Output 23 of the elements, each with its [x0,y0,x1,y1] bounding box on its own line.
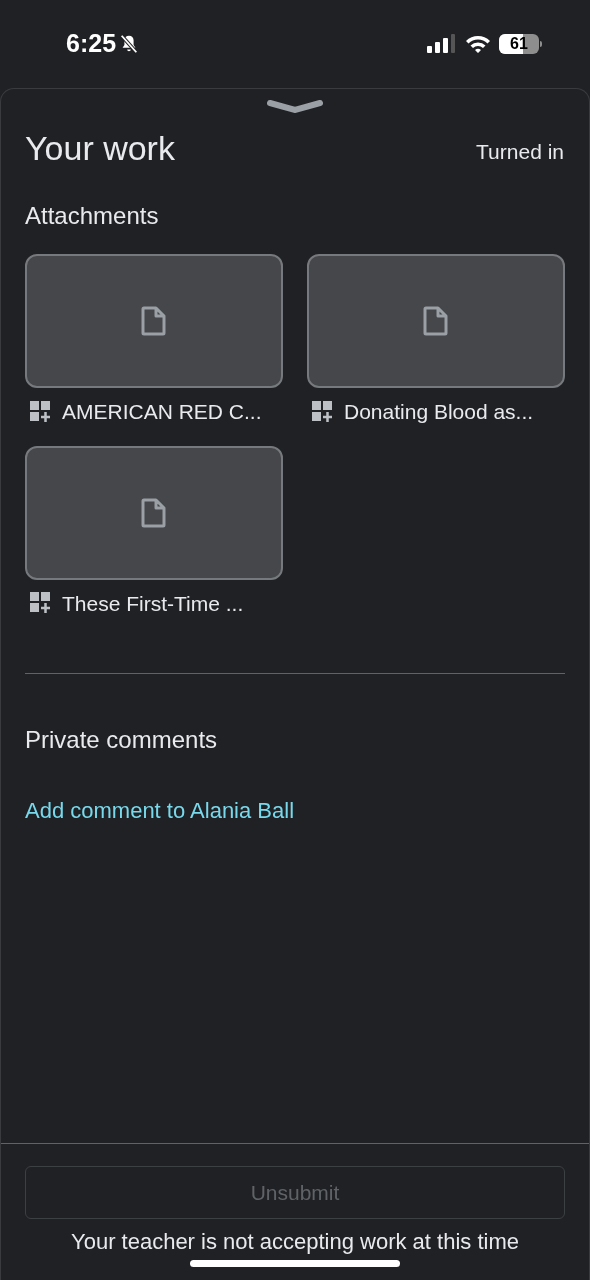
attachment-title: Donating Blood as... [344,399,534,425]
add-grid-icon [30,592,52,615]
signal-icon [427,34,457,54]
section-heading: Private comments [24,725,219,755]
battery-level: 61 [509,34,529,54]
collapse-handle-icon[interactable] [267,99,323,113]
document-icon [423,306,449,336]
add-grid-icon [312,400,334,423]
add-comment-link[interactable]: Add comment to Alania Ball [25,798,295,823]
status-time: 6:25 [66,28,117,60]
notice-text: Your teacher is not accepting work at this time [70,1228,520,1256]
attachment-thumbnail[interactable] [307,254,565,388]
attachment-thumbnail[interactable] [25,445,283,580]
document-icon [141,497,167,528]
attachment-title: AMERICAN RED C... [62,399,262,425]
sheet-title: Your work [25,128,175,169]
document-icon [141,306,167,336]
wifi-icon [465,34,491,54]
attachment-title: These First-Time ... [62,590,244,617]
section-heading: Attachments [24,201,160,231]
submission-status: Turned in [476,138,565,165]
add-grid-icon [30,400,52,423]
attachment-thumbnail[interactable] [25,254,283,388]
